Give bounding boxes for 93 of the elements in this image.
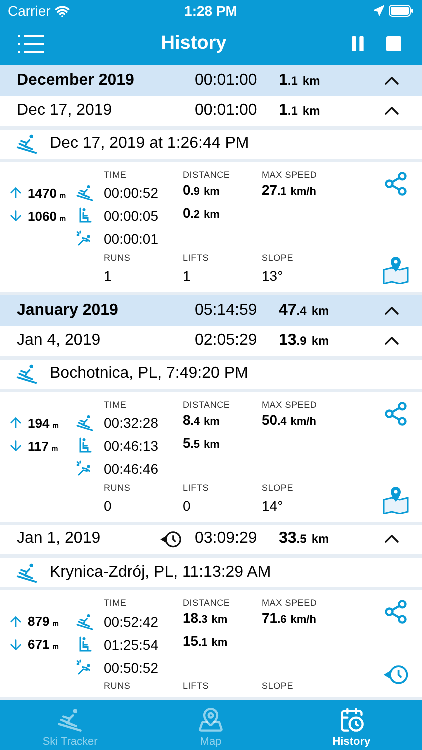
day-title: Jan 1, 2019 <box>17 530 101 548</box>
day-header[interactable]: Dec 17, 2019 00:01:00 1.1 km <box>0 96 422 126</box>
skier-icon <box>57 707 84 733</box>
runs-value: 1 <box>104 267 113 286</box>
stat-label: SLOPE <box>262 680 295 693</box>
stat-label: MAX SPEED <box>262 597 318 610</box>
day-time: 03:09:29 <box>195 530 258 548</box>
max-speed: 71.6 km/h <box>262 610 318 628</box>
session-title: Bochotnica, PL, 7:49:20 PM <box>50 365 248 384</box>
wifi-icon <box>54 4 70 18</box>
stat-label: RUNS <box>104 680 132 693</box>
month-header[interactable]: January 2019 05:14:59 47.4 km <box>0 294 422 326</box>
month-time: 05:14:59 <box>195 302 258 320</box>
session-header[interactable]: Krynica-Zdrój, PL, 11:13:29 AM <box>0 558 422 587</box>
day-time: 00:01:00 <box>195 102 258 120</box>
lifts-value: 0 <box>183 497 192 516</box>
rest-time: 00:00:01 <box>104 230 160 250</box>
descent-icon <box>8 636 24 652</box>
stop-icon[interactable] <box>384 34 404 54</box>
month-time: 00:01:00 <box>195 72 258 90</box>
map-pin-icon <box>382 256 410 284</box>
day-title: Jan 4, 2019 <box>17 332 101 350</box>
stat-label: DISTANCE <box>183 597 232 610</box>
ski-distance: 0.9 km <box>183 182 221 200</box>
max-speed: 50.4 km/h <box>262 412 318 430</box>
lift-time: 00:00:05 <box>104 207 160 226</box>
stat-label: DISTANCE <box>183 168 232 182</box>
ski-distance: 8.4 km <box>183 412 221 430</box>
lift-time: 00:46:13 <box>104 437 160 456</box>
month-distance: 47.4 km <box>279 302 330 320</box>
session-title: Dec 17, 2019 at 1:26:44 PM <box>50 135 250 154</box>
stat-label: SLOPE <box>262 482 295 495</box>
skier-icon <box>76 612 94 630</box>
rest-time: 00:50:52 <box>104 658 160 678</box>
status-time: 1:28 PM <box>184 3 238 19</box>
rest-time: 00:46:46 <box>104 460 160 480</box>
day-distance: 13.9 km <box>279 332 330 350</box>
skier-icon <box>16 562 38 584</box>
month-distance: 1.1 km <box>279 72 322 90</box>
fast-clock-icon <box>159 530 183 550</box>
day-time: 02:05:29 <box>195 332 258 350</box>
stat-label: TIME <box>104 398 128 412</box>
location-icon <box>372 5 385 17</box>
day-header[interactable]: Jan 4, 2019 02:05:29 13.9 km <box>0 326 422 356</box>
lift-distance: 0.2 km <box>183 204 221 223</box>
skier-icon <box>16 133 38 156</box>
map-icon <box>198 707 224 733</box>
skier-icon <box>76 184 94 202</box>
ski-time: 00:32:28 <box>104 414 160 434</box>
ski-time: 00:00:52 <box>104 184 160 204</box>
runs-value: 0 <box>104 497 113 516</box>
session-header[interactable]: Dec 17, 2019 at 1:26:44 PM <box>0 130 422 159</box>
slope-value: 13° <box>262 267 284 286</box>
stat-label: RUNS <box>104 482 132 495</box>
stat-label: TIME <box>104 168 128 182</box>
stat-label: DISTANCE <box>183 398 232 412</box>
stat-label: LIFTS <box>183 252 210 265</box>
month-title: January 2019 <box>17 302 120 320</box>
stat-label: LIFTS <box>183 482 210 495</box>
session-header[interactable]: Bochotnica, PL, 7:49:20 PM <box>0 360 422 389</box>
stat-label: MAX SPEED <box>262 398 318 412</box>
day-distance: 33.5 km <box>279 530 330 548</box>
descent-icon <box>8 208 24 224</box>
stat-label: RUNS <box>104 252 132 265</box>
descent-icon <box>8 438 24 454</box>
stat-label: SLOPE <box>262 252 295 265</box>
carrier-name: Carrier <box>8 3 51 19</box>
stat-label: TIME <box>104 597 128 610</box>
ascent-icon <box>8 614 24 630</box>
lift-distance: 5.5 km <box>183 434 221 453</box>
stat-label: MAX SPEED <box>262 168 318 182</box>
lifts-value: 1 <box>183 267 192 286</box>
fast-clock-icon <box>382 663 410 687</box>
battery-icon <box>388 5 414 17</box>
session-title: Krynica-Zdrój, PL, 11:13:29 AM <box>50 564 272 582</box>
screen-title: History <box>161 32 227 54</box>
ski-time: 00:52:42 <box>104 612 160 632</box>
skier-icon <box>16 363 38 386</box>
month-header[interactable]: December 2019 00:01:00 1.1 km <box>0 65 422 96</box>
menu-icon[interactable] <box>18 34 44 54</box>
lift-distance: 15.1 km <box>183 633 229 651</box>
day-title: Dec 17, 2019 <box>17 102 112 120</box>
calendar-clock-icon <box>338 707 365 733</box>
day-distance: 1.1 km <box>279 102 322 120</box>
map-pin-icon <box>382 486 410 514</box>
max-speed: 27.1 km/h <box>262 182 318 200</box>
skier-icon <box>76 414 94 432</box>
slope-value: 14° <box>262 497 284 516</box>
lift-time: 01:25:54 <box>104 636 160 654</box>
day-header[interactable]: Jan 1, 2019 03:09:29 33.5 km <box>0 524 422 554</box>
stat-label: LIFTS <box>183 680 210 693</box>
month-title: December 2019 <box>17 72 136 90</box>
ski-distance: 18.3 km <box>183 610 229 628</box>
